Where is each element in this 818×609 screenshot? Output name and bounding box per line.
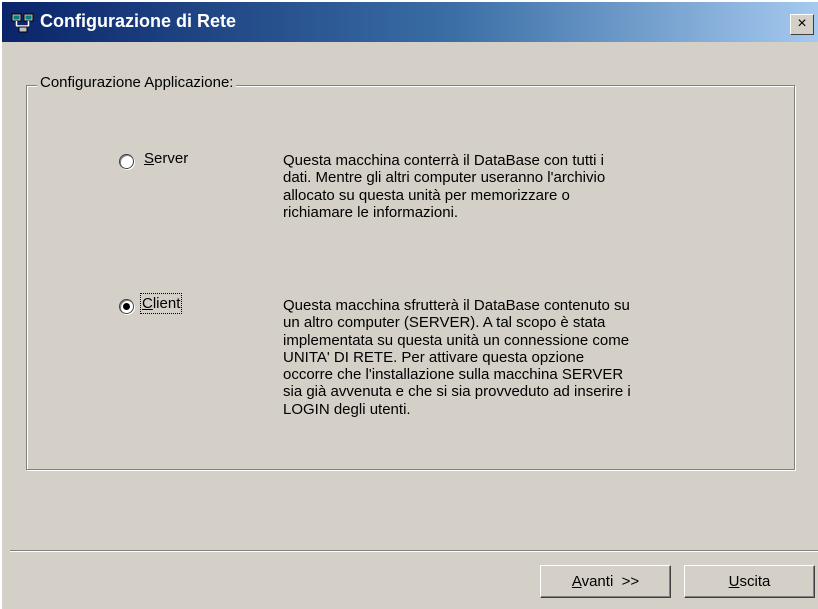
dialog-window: Configurazione di Rete × Configurazione … [0,0,818,609]
next-mnemonic: A [571,573,582,590]
server-radio-label[interactable]: Server [144,150,188,167]
exit-label: scita [739,573,771,590]
bottom-separator [10,550,818,552]
client-description: Questa macchina sfrutterà il DataBase co… [283,297,743,418]
title-bar[interactable]: Configurazione di Rete × [2,2,818,42]
client-mnemonic: C [142,295,153,312]
next-label: vanti >> [581,573,640,590]
client-description-line: un altro computer (SERVER). A tal scopo … [283,314,606,332]
window-title: Configurazione di Rete [40,11,237,31]
server-mnemonic: S [144,150,155,167]
exit-mnemonic: U [728,573,740,590]
client-description-line: LOGIN degli utenti. [283,400,411,418]
server-label-text: erver [154,150,189,167]
server-radio[interactable] [119,154,134,169]
server-description-line: dati. Mentre gli altri computer useranno… [283,169,606,187]
client-radio-label[interactable]: Client [139,293,183,314]
server-description-line: Questa macchina conterrà il DataBase con… [283,152,604,169]
client-description-line: Questa macchina sfrutterà il DataBase co… [283,297,630,314]
server-description: Questa macchina conterrà il DataBase con… [283,152,743,221]
close-icon: × [797,15,807,32]
client-description-line: occorre che l'installazione sulla macchi… [283,366,624,384]
group-legend: Configurazione Applicazione: [37,74,237,91]
client-label-text: lient [152,295,181,312]
close-button[interactable]: × [790,14,814,35]
next-button[interactable]: Avanti >> [540,565,671,598]
exit-button[interactable]: Uscita [684,565,815,598]
network-icon [11,13,34,33]
client-description-line: sia già avvenuta e che si sia provveduto… [283,383,631,401]
client-radio[interactable] [119,299,134,314]
client-description-line: implementata su questa unità un connessi… [283,331,630,349]
server-description-line: richiamare le informazioni. [283,203,459,221]
server-description-line: allocato su questa unità per memorizzare… [283,186,570,204]
radio-selected-dot [123,303,130,310]
client-description-line: UNITA' DI RETE. Per attivare questa opzi… [283,348,585,366]
